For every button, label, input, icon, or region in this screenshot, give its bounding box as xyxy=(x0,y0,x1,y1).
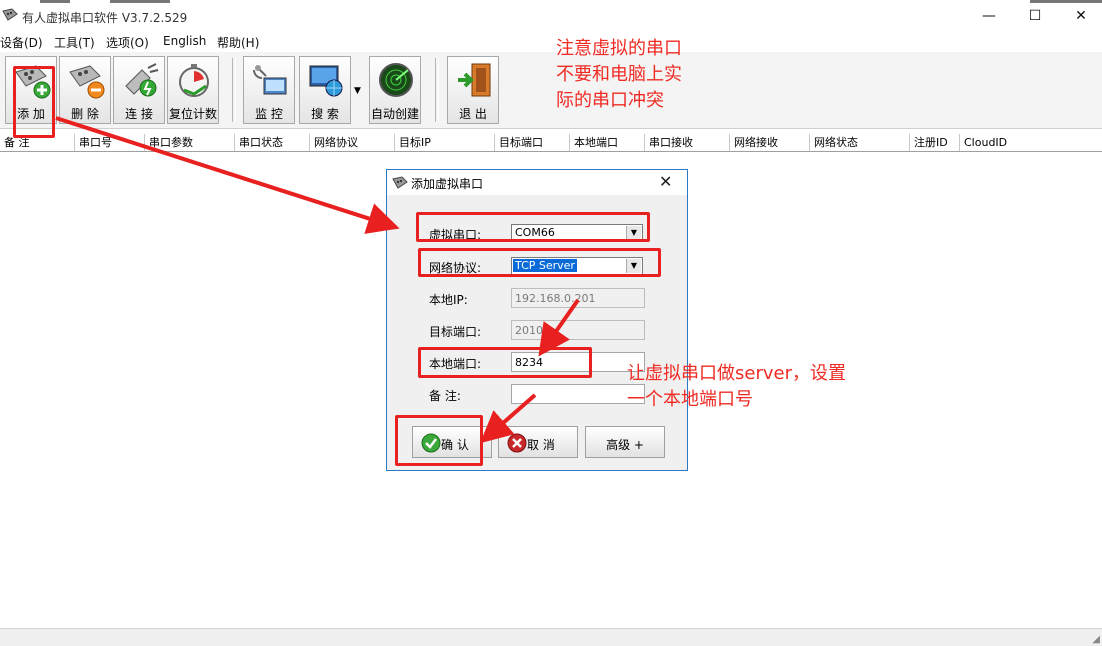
arrow-to-local-port xyxy=(538,298,580,357)
annotation-note-conflict: 注意虚拟的串口 不要和电脑上实 际的串口冲突 xyxy=(556,36,682,114)
annotation-note-server: 让虚拟串口做server，设置 一个本地端口号 xyxy=(627,361,846,413)
note-line: 不要和电脑上实 xyxy=(556,64,682,85)
annotation-arrows xyxy=(55,116,580,444)
note-line: 让虚拟串口做server，设置 xyxy=(627,363,846,384)
arrow-to-ok-button xyxy=(479,393,537,444)
note-line: 一个本地端口号 xyxy=(627,389,753,410)
arrow-to-dialog xyxy=(55,116,400,234)
note-line: 际的串口冲突 xyxy=(556,90,664,111)
note-line: 注意虚拟的串口 xyxy=(556,38,682,59)
